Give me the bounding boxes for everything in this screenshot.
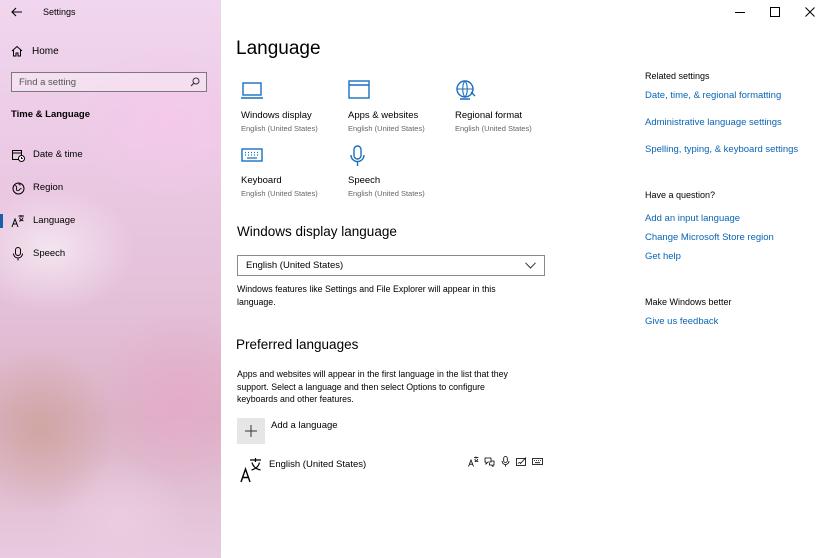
sidebar-item-label: Date & time xyxy=(33,149,83,160)
administrative-language-link[interactable]: Administrative language settings xyxy=(645,117,782,128)
add-input-language-link[interactable]: Add an input language xyxy=(645,213,740,224)
make-windows-better-heading: Make Windows better xyxy=(645,297,732,307)
home-label: Home xyxy=(32,45,59,57)
tile-regional-format[interactable]: Regional format English (United States) xyxy=(455,80,565,140)
nav-home[interactable]: Home xyxy=(11,43,59,59)
sidebar-item-label: Region xyxy=(33,182,64,193)
preferred-languages-heading: Preferred languages xyxy=(236,337,359,352)
speech-recognition-icon xyxy=(499,456,511,467)
display-language-icon xyxy=(467,456,479,467)
tile-subtitle: English (United States) xyxy=(348,124,425,133)
language-capabilities xyxy=(467,456,543,467)
tile-subtitle: English (United States) xyxy=(241,189,318,198)
dropdown-value: English (United States) xyxy=(246,260,344,271)
tile-subtitle: English (United States) xyxy=(455,124,532,133)
back-arrow-icon xyxy=(11,7,22,17)
display-language-heading: Windows display language xyxy=(237,224,397,239)
app-title: Settings xyxy=(43,7,76,17)
get-help-link[interactable]: Get help xyxy=(645,251,681,262)
maximize-icon xyxy=(769,7,780,17)
add-language-button[interactable]: Add a language xyxy=(237,418,338,444)
microphone-icon xyxy=(11,246,25,262)
description-line: language. xyxy=(237,296,276,307)
language-name: English (United States) xyxy=(269,459,367,470)
app-window-icon xyxy=(348,80,370,99)
monitor-icon xyxy=(241,82,263,99)
sidebar-item-label: Language xyxy=(33,215,76,226)
handwriting-icon xyxy=(515,456,527,467)
sidebar-item-language[interactable]: Language xyxy=(0,209,221,233)
tile-subtitle: English (United States) xyxy=(241,124,318,133)
sidebar-item-label: Speech xyxy=(33,248,66,259)
add-icon-box xyxy=(237,418,265,444)
chevron-down-icon xyxy=(525,262,536,269)
question-heading: Have a question? xyxy=(645,190,716,200)
selection-indicator xyxy=(0,214,3,228)
change-store-region-link[interactable]: Change Microsoft Store region xyxy=(645,232,774,243)
display-language-dropdown[interactable]: English (United States) xyxy=(237,255,545,276)
window-controls xyxy=(722,0,827,24)
search-box[interactable] xyxy=(11,72,207,92)
tile-title: Apps & websites xyxy=(348,110,419,121)
tile-keyboard[interactable]: Keyboard English (United States) xyxy=(241,145,351,205)
tile-title: Speech xyxy=(348,175,381,186)
language-list-item[interactable]: English (United States) xyxy=(237,452,547,484)
settings-window: Settings Home Time & Language xyxy=(0,0,827,558)
main-content: Language Windows display English (United… xyxy=(221,0,827,558)
section-title: Time & Language xyxy=(11,109,91,120)
tile-title: Keyboard xyxy=(241,175,282,186)
tile-title: Regional format xyxy=(455,110,523,121)
sidebar-item-speech[interactable]: Speech xyxy=(0,242,221,266)
globe-icon xyxy=(11,180,25,196)
keyboard-icon xyxy=(241,148,263,162)
keyboard-icon xyxy=(531,456,543,467)
date-time-formatting-link[interactable]: Date, time, & regional formatting xyxy=(645,90,781,101)
close-icon xyxy=(804,7,815,17)
sidebar: Settings Home Time & Language xyxy=(0,0,221,558)
search-icon[interactable] xyxy=(190,77,200,87)
description-line: support. Select a language and then sele… xyxy=(237,381,485,392)
sidebar-item-region[interactable]: Region xyxy=(0,176,221,200)
page-title: Language xyxy=(236,38,321,59)
maximize-button[interactable] xyxy=(757,0,792,24)
description-line: keyboards and other features. xyxy=(237,394,354,404)
plus-icon xyxy=(245,425,257,437)
regional-format-icon xyxy=(456,80,476,100)
home-icon xyxy=(11,45,23,57)
search-input[interactable] xyxy=(19,76,179,88)
language-icon xyxy=(11,213,25,229)
preferred-languages-description: Apps and websites will appear in the fir… xyxy=(237,368,508,406)
back-button[interactable] xyxy=(8,4,26,20)
tile-title: Windows display xyxy=(241,110,312,121)
add-language-label: Add a language xyxy=(271,420,338,431)
close-button[interactable] xyxy=(792,0,827,24)
tile-subtitle: English (United States) xyxy=(348,189,425,198)
description-line: Windows features like Settings and File … xyxy=(237,284,496,294)
date-time-icon xyxy=(11,147,25,163)
description-line: Apps and websites will appear in the fir… xyxy=(237,369,508,379)
minimize-icon xyxy=(734,12,745,13)
give-feedback-link[interactable]: Give us feedback xyxy=(645,316,718,327)
minimize-button[interactable] xyxy=(722,0,757,24)
text-to-speech-icon xyxy=(483,456,495,467)
tile-apps-websites[interactable]: Apps & websites English (United States) xyxy=(348,80,458,140)
microphone-icon xyxy=(350,145,365,166)
display-language-description: Windows features like Settings and File … xyxy=(237,283,496,308)
related-settings-heading: Related settings xyxy=(645,71,710,81)
sidebar-item-date-time[interactable]: Date & time xyxy=(0,143,221,167)
tile-windows-display[interactable]: Windows display English (United States) xyxy=(241,80,351,140)
spelling-typing-keyboard-link[interactable]: Spelling, typing, & keyboard settings xyxy=(645,144,798,155)
tile-speech[interactable]: Speech English (United States) xyxy=(348,145,458,205)
language-glyph-icon xyxy=(240,458,261,483)
